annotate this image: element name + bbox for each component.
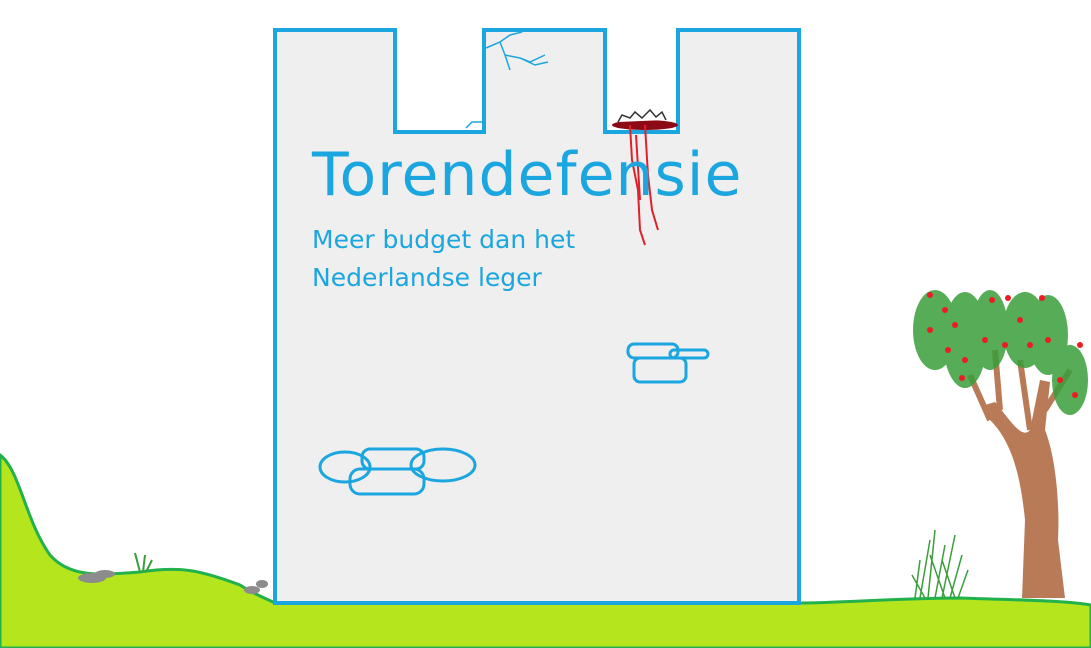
grass-tuft [134, 552, 153, 573]
subtitle-line-2: Nederlandse leger [312, 263, 542, 292]
page-title: Torendefensie [312, 140, 743, 210]
tower [273, 28, 801, 605]
bush [911, 529, 969, 599]
subtitle-line-1: Meer budget dan het [312, 225, 576, 254]
drawing-canvas [0, 28, 1091, 648]
